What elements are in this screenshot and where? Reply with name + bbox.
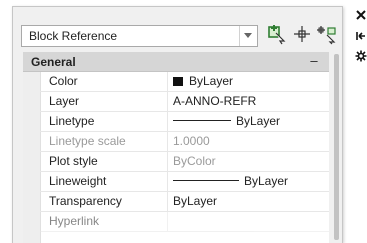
- property-row-lineweight[interactable]: Lineweight ByLayer: [40, 172, 329, 192]
- close-icon[interactable]: [355, 9, 367, 21]
- dropdown-arrow[interactable]: [239, 26, 257, 46]
- properties-menu-icon[interactable]: [355, 50, 367, 62]
- property-row-hyperlink[interactable]: Hyperlink: [40, 212, 329, 232]
- vertical-scrollbar[interactable]: [332, 51, 341, 243]
- property-name: Layer: [40, 92, 168, 111]
- lineweight-sample: [173, 180, 239, 181]
- properties-toolbar: Block Reference: [13, 7, 342, 51]
- property-name: Linetype: [40, 112, 168, 131]
- properties-grid: General – Color ByLayer Layer A-ANNO-REF…: [23, 52, 329, 243]
- property-name: Hyperlink: [40, 212, 168, 231]
- property-value[interactable]: ByLayer: [169, 192, 217, 211]
- select-objects-icon[interactable]: [316, 23, 338, 45]
- property-name: Linetype scale: [40, 132, 168, 151]
- property-value: ByColor: [173, 154, 216, 168]
- property-value: 1.0000: [173, 134, 210, 148]
- section-title: General: [31, 55, 76, 69]
- property-row-transparency[interactable]: Transparency ByLayer: [40, 192, 329, 212]
- property-row-plot-style[interactable]: Plot style ByColor: [40, 152, 329, 172]
- pickadd-icon[interactable]: [291, 23, 313, 45]
- property-value[interactable]: ByLayer: [169, 112, 280, 131]
- palette-side-strip: [355, 0, 367, 242]
- color-swatch: [173, 77, 183, 86]
- property-value[interactable]: A-ANNO-REFR: [169, 92, 256, 111]
- properties-palette: Block Reference General – Color ByLayer …: [12, 6, 343, 243]
- property-name: Plot style: [40, 152, 168, 171]
- property-value[interactable]: ByLayer: [169, 172, 288, 191]
- property-row-color[interactable]: Color ByLayer: [40, 72, 329, 92]
- property-name: Transparency: [40, 192, 168, 211]
- property-row-layer[interactable]: Layer A-ANNO-REFR: [40, 92, 329, 112]
- object-type-value: Block Reference: [29, 29, 118, 43]
- collapse-button[interactable]: –: [307, 53, 321, 69]
- auto-hide-icon[interactable]: [355, 30, 367, 42]
- linetype-sample: [173, 120, 231, 121]
- property-value[interactable]: ByLayer: [169, 72, 233, 91]
- chevron-down-icon: [244, 33, 252, 38]
- property-row-linetype-scale[interactable]: Linetype scale 1.0000: [40, 132, 329, 152]
- property-name: Lineweight: [40, 172, 168, 191]
- grid-gutter: [23, 72, 41, 243]
- section-header-general[interactable]: General –: [23, 52, 329, 72]
- property-name: Color: [40, 72, 168, 91]
- quick-select-icon[interactable]: [266, 23, 288, 45]
- property-row-linetype[interactable]: Linetype ByLayer: [40, 112, 329, 132]
- object-type-dropdown[interactable]: Block Reference: [21, 25, 258, 47]
- scrollbar-thumb[interactable]: [334, 54, 339, 240]
